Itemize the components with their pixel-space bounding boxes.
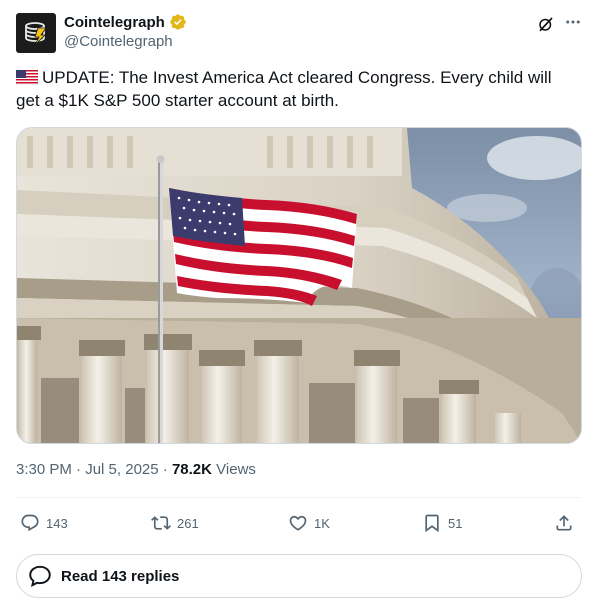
tweet-body: UPDATE: The Invest America Act cleared C…: [16, 68, 552, 110]
bookmark-count: 51: [448, 515, 463, 531]
bookmark-button[interactable]: 51: [422, 508, 462, 538]
like-count: 1K: [314, 515, 330, 531]
views-label: Views: [216, 461, 256, 478]
repost-icon: [151, 516, 171, 530]
grok-icon: [539, 17, 553, 32]
us-flag-emoji-icon: [16, 70, 38, 85]
tweet-media-image[interactable]: [16, 127, 582, 444]
display-name[interactable]: Cointelegraph: [64, 14, 165, 31]
bookmark-icon: [425, 514, 439, 533]
grok-button[interactable]: [535, 13, 557, 35]
share-button[interactable]: [554, 508, 574, 538]
meta-separator: ·: [162, 461, 168, 478]
more-options-button[interactable]: [562, 11, 584, 33]
like-button[interactable]: 1K: [288, 508, 330, 538]
speech-bubble-icon: [29, 565, 51, 588]
tweet-time[interactable]: 3:30 PM: [16, 461, 72, 478]
avatar[interactable]: [16, 13, 56, 53]
tweet-date[interactable]: Jul 5, 2025: [85, 461, 158, 478]
cointelegraph-logo-icon: [25, 22, 47, 46]
reply-icon: [21, 514, 39, 532]
reply-button[interactable]: 143: [20, 508, 68, 538]
meta-separator: ·: [76, 461, 82, 478]
read-replies-label: Read 143 replies: [61, 567, 180, 585]
share-icon: [556, 515, 572, 531]
tweet-meta: 3:30 PM · Jul 5, 2025 · 78.2K Views: [16, 461, 256, 478]
action-bar: 143 261 1K 51: [16, 508, 582, 538]
views-count: 78.2K: [171, 461, 212, 478]
read-replies-button[interactable]: Read 143 replies: [16, 554, 582, 598]
name-row: Cointelegraph: [64, 13, 187, 31]
capitol-flag-illustration: [17, 128, 581, 443]
repost-count: 261: [177, 515, 199, 531]
repost-button[interactable]: 261: [151, 508, 199, 538]
heart-icon: [289, 515, 307, 531]
more-dots-icon: [566, 20, 580, 24]
handle[interactable]: @Cointelegraph: [64, 33, 173, 50]
verified-badge-icon[interactable]: [169, 13, 187, 31]
reply-count: 143: [46, 515, 68, 531]
tweet-text: UPDATE: The Invest America Act cleared C…: [16, 66, 576, 112]
divider: [16, 497, 582, 498]
